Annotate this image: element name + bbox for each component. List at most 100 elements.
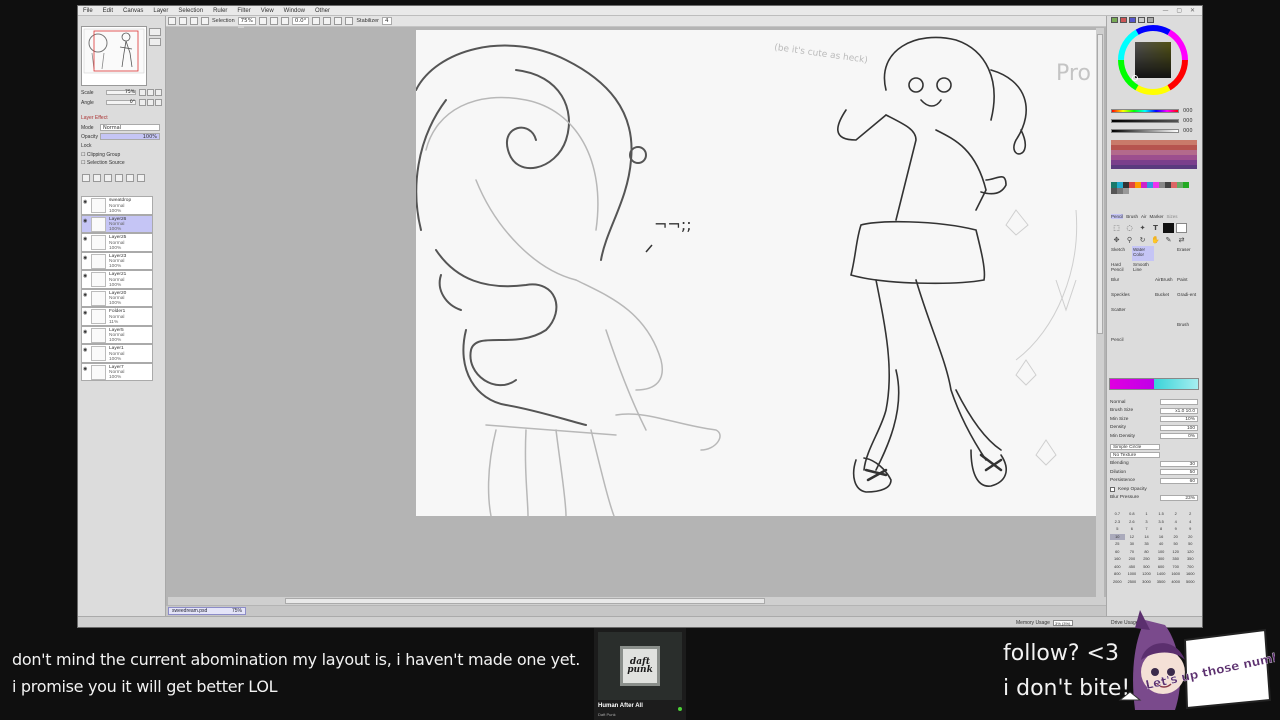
vertical-scrollbar[interactable] — [1096, 28, 1104, 597]
brush-size-preset[interactable]: 3.5 — [1154, 519, 1169, 526]
brush-size-preset[interactable]: 3 — [1139, 519, 1154, 526]
color-wheel-mode-button[interactable] — [1111, 17, 1118, 23]
brush-tool-slot[interactable] — [1154, 336, 1176, 351]
magic-wand-icon[interactable]: ✦ — [1137, 223, 1148, 233]
foreground-color-icon[interactable] — [1163, 223, 1174, 233]
rotate-left-button[interactable] — [312, 17, 321, 25]
brush-size-preset[interactable]: 2 — [1183, 511, 1198, 518]
brush-size-preset[interactable]: 16 — [1154, 534, 1169, 541]
brush-texture-row[interactable]: No Texture — [1110, 451, 1198, 460]
brush-tool-slot[interactable]: Eraser — [1176, 246, 1198, 261]
brush-tool-slot[interactable]: Bucket — [1154, 291, 1176, 306]
layer-row[interactable]: ◉ Layer21 Normal 100% — [81, 270, 153, 289]
angle-left-button[interactable] — [139, 99, 146, 106]
layer-row[interactable]: ◉ Layer25 Normal 100% — [81, 233, 153, 252]
brush-size-preset[interactable]: 60 — [1110, 549, 1125, 556]
angle-slider[interactable]: 0° — [106, 100, 136, 105]
menu-other[interactable]: Other — [310, 6, 335, 16]
menu-window[interactable]: Window — [279, 6, 310, 16]
background-color-icon[interactable] — [1176, 223, 1187, 233]
color-wheel[interactable] — [1117, 24, 1189, 96]
brush-size-preset[interactable]: 100 — [1154, 549, 1169, 556]
document-tab[interactable]: sweedream.psd 75% — [168, 607, 246, 615]
brush-shape-row[interactable]: Simple Circle — [1110, 443, 1198, 452]
menu-canvas[interactable]: Canvas — [118, 6, 148, 16]
visibility-eye-icon[interactable]: ◉ — [83, 292, 89, 298]
new-folder-button[interactable] — [93, 174, 101, 182]
brush-prop-row[interactable]: Density 100 — [1110, 424, 1198, 433]
brush-mix-value[interactable]: 60 — [1160, 477, 1198, 484]
color-swatches[interactable] — [1111, 140, 1197, 204]
brush-size-preset[interactable]: 9 — [1183, 526, 1198, 533]
keep-opacity-checkbox[interactable]: Keep Opacity — [1110, 485, 1198, 494]
rotate-reset-button[interactable] — [334, 17, 343, 25]
brush-size-preset[interactable]: 35 — [1139, 541, 1154, 548]
brush-tool-slot[interactable] — [1176, 306, 1198, 321]
menu-selection[interactable]: Selection — [173, 6, 208, 16]
brush-tool-slot[interactable] — [1154, 261, 1176, 276]
blend-mode-select[interactable]: Normal — [100, 124, 160, 131]
brush-texture-select[interactable]: No Texture — [1110, 452, 1160, 459]
brush-mix-row[interactable]: Dilution 50 — [1110, 468, 1198, 477]
layer-row[interactable]: ◉ Layer20 Normal 100% — [81, 288, 153, 307]
canvas-area[interactable]: ¬¬;; (be it's cute as heck) Pro ani th m… — [168, 28, 1202, 608]
brush-size-preset[interactable]: 250 — [1139, 556, 1154, 563]
secondary-brush-color[interactable] — [1154, 379, 1198, 389]
brush-tool-slot[interactable] — [1154, 306, 1176, 321]
delete-layer-button[interactable] — [137, 174, 145, 182]
brush-size-preset[interactable]: 6 — [1125, 526, 1140, 533]
brush-size-preset[interactable]: 25 — [1110, 541, 1125, 548]
zoom-in-button[interactable] — [269, 17, 278, 25]
value-slider-row[interactable]: 000 — [1111, 126, 1193, 136]
vertical-scroll-thumb[interactable] — [1097, 34, 1103, 334]
brush-color-strip[interactable] — [1109, 378, 1199, 390]
brush-size-preset[interactable]: 1600 — [1168, 571, 1183, 578]
brush-prop-row[interactable]: Min Size 10% — [1110, 415, 1198, 424]
brush-size-preset[interactable]: 80 — [1139, 549, 1154, 556]
invert-selection-button[interactable] — [201, 17, 209, 25]
horizontal-scroll-thumb[interactable] — [285, 598, 765, 604]
brush-mix-value[interactable]: 30 — [1160, 460, 1198, 467]
saturation-slider-row[interactable]: 000 — [1111, 116, 1193, 126]
layer-row[interactable]: ◉ Layer23 Normal 100% — [81, 251, 153, 270]
layer-row[interactable]: ◉ sweatdrop Normal 100% — [81, 196, 153, 215]
brush-tool-slot[interactable] — [1132, 276, 1154, 291]
opacity-slider[interactable]: 100% — [100, 133, 160, 140]
brush-size-preset[interactable]: 20 — [1183, 534, 1198, 541]
brush-prop-value[interactable] — [1160, 399, 1198, 406]
horizontal-scrollbar[interactable] — [168, 597, 1173, 605]
brush-size-preset[interactable]: 5000 — [1183, 579, 1198, 586]
brush-size-preset[interactable]: 40 — [1154, 541, 1169, 548]
brush-size-preset[interactable]: 0.7 — [1110, 511, 1125, 518]
angle-right-button[interactable] — [147, 99, 154, 106]
visibility-eye-icon[interactable]: ◉ — [83, 366, 89, 372]
brush-size-preset[interactable]: 4 — [1168, 519, 1183, 526]
tool-tab-air[interactable]: Air — [1141, 214, 1147, 219]
brush-size-preset[interactable]: 1400 — [1154, 571, 1169, 578]
transfer-down-button[interactable] — [104, 174, 112, 182]
layer-row[interactable]: ◉ Layer5 Normal 100% — [81, 325, 153, 344]
layer-effect-label[interactable]: Layer Effect — [81, 115, 108, 121]
angle-reset-button[interactable] — [155, 99, 162, 106]
tool-tab-brush[interactable]: Brush — [1126, 214, 1138, 219]
visibility-eye-icon[interactable]: ◉ — [83, 310, 89, 316]
scale-down-button[interactable] — [139, 89, 146, 96]
menu-ruler[interactable]: Ruler — [208, 6, 232, 16]
brush-size-preset[interactable]: 1.5 — [1154, 511, 1169, 518]
brush-mix-row[interactable]: Blending 30 — [1110, 460, 1198, 469]
brush-size-preset[interactable]: 200 — [1125, 556, 1140, 563]
undo-button[interactable] — [168, 17, 176, 25]
brush-size-preset[interactable]: 4000 — [1168, 579, 1183, 586]
visibility-eye-icon[interactable]: ◉ — [83, 347, 89, 353]
brush-tool-slot[interactable] — [1154, 321, 1176, 336]
brush-size-preset[interactable]: 160 — [1110, 556, 1125, 563]
brush-prop-value[interactable]: x1.0 10.0 — [1160, 407, 1198, 414]
brush-size-preset[interactable]: 2 — [1168, 511, 1183, 518]
brush-size-preset[interactable]: 800 — [1110, 571, 1125, 578]
brush-tool-slot[interactable] — [1132, 336, 1154, 351]
brush-size-preset[interactable]: 8 — [1154, 526, 1169, 533]
brush-size-preset[interactable]: 350 — [1183, 556, 1198, 563]
brush-tool-slot[interactable] — [1176, 336, 1198, 351]
nav-zoom-out-button[interactable] — [149, 38, 161, 46]
brush-size-preset[interactable]: 2500 — [1125, 579, 1140, 586]
